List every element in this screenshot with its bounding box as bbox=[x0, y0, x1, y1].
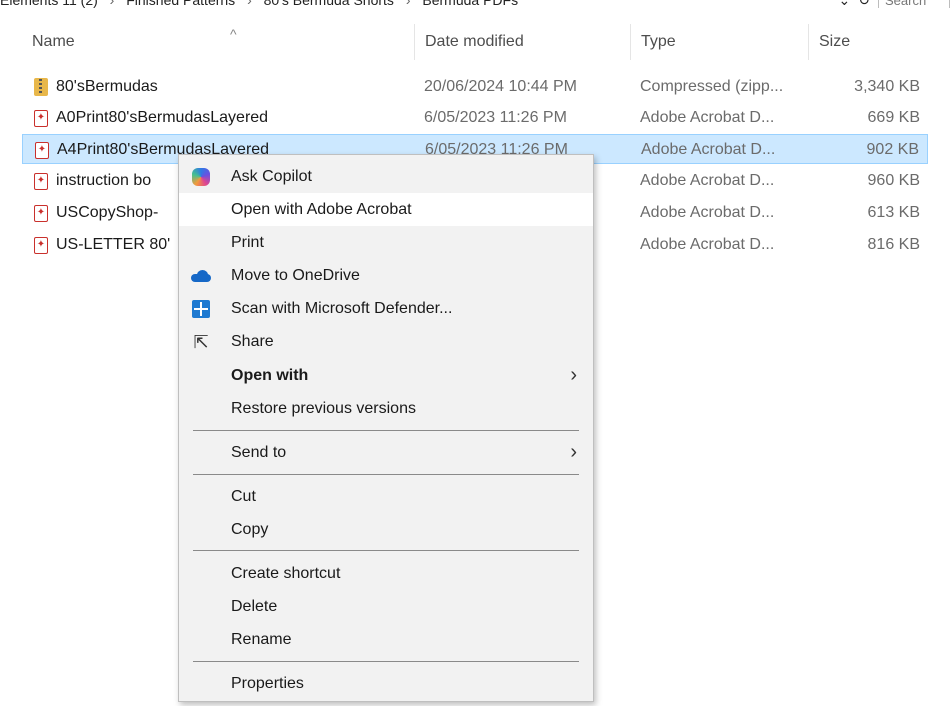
menu-item-share[interactable]: ⇱ Share bbox=[179, 325, 593, 358]
column-header-label: Name bbox=[32, 33, 75, 50]
address-tools: ⌄ ↻ Search bbox=[839, 0, 950, 8]
menu-item-label: Create shortcut bbox=[231, 565, 341, 582]
menu-item-send-to[interactable]: Send to › bbox=[179, 436, 593, 469]
menu-item-open-with[interactable]: Open with › bbox=[179, 359, 593, 392]
chevron-right-icon: › bbox=[570, 364, 577, 386]
menu-item-scan-defender[interactable]: Scan with Microsoft Defender... bbox=[179, 292, 593, 325]
file-name: 80'sBermudas bbox=[56, 78, 158, 95]
menu-item-label: Move to OneDrive bbox=[231, 267, 360, 284]
file-size: 902 KB bbox=[866, 141, 919, 158]
menu-separator bbox=[193, 474, 579, 475]
column-header-name[interactable]: ^ Name bbox=[22, 24, 414, 60]
file-name-cell: ✦ A0Print80'sBermudasLayered bbox=[34, 103, 268, 133]
file-name-cell: ✦ USCopyShop- bbox=[34, 198, 158, 228]
file-row[interactable]: ✦ A0Print80'sBermudasLayered 6/05/2023 1… bbox=[22, 103, 928, 133]
menu-item-label: Ask Copilot bbox=[231, 168, 312, 185]
search-input[interactable]: Search bbox=[878, 0, 950, 8]
menu-separator bbox=[193, 550, 579, 551]
menu-item-copy[interactable]: Copy bbox=[179, 513, 593, 546]
file-type: Adobe Acrobat D... bbox=[640, 172, 775, 189]
pdf-file-icon: ✦ bbox=[34, 236, 48, 254]
menu-item-label: Send to bbox=[231, 444, 287, 461]
onedrive-cloud-icon bbox=[191, 266, 211, 286]
context-menu: Ask Copilot Open with Adobe Acrobat Prin… bbox=[178, 154, 594, 702]
copilot-icon bbox=[191, 167, 211, 187]
column-header-type[interactable]: Type bbox=[630, 24, 808, 60]
file-size: 960 KB bbox=[867, 172, 920, 189]
menu-item-rename[interactable]: Rename bbox=[179, 623, 593, 656]
file-size: 613 KB bbox=[867, 204, 920, 221]
menu-item-delete[interactable]: Delete bbox=[179, 590, 593, 623]
file-name-cell: 80'sBermudas bbox=[34, 72, 158, 102]
file-date: 6/05/2023 11:26 PM bbox=[424, 109, 567, 126]
menu-item-label: Print bbox=[231, 234, 264, 251]
breadcrumb-item[interactable]: Finished Patterns bbox=[126, 0, 235, 8]
menu-item-label: Open with bbox=[231, 367, 309, 384]
menu-separator bbox=[193, 661, 579, 662]
file-type: Adobe Acrobat D... bbox=[641, 141, 776, 158]
breadcrumb-item[interactable]: Elements 11 (2) bbox=[0, 0, 98, 8]
chevron-right-icon: › bbox=[109, 0, 115, 8]
chevron-right-icon: › bbox=[247, 0, 252, 8]
breadcrumb-item[interactable]: Bermuda PDFs bbox=[422, 0, 518, 8]
menu-item-cut[interactable]: Cut bbox=[179, 480, 593, 513]
file-type: Adobe Acrobat D... bbox=[640, 109, 775, 126]
menu-item-label: Restore previous versions bbox=[231, 400, 416, 417]
file-size: 3,340 KB bbox=[854, 78, 920, 95]
column-header-size[interactable]: Size bbox=[808, 24, 932, 60]
pdf-file-icon: ✦ bbox=[34, 204, 48, 222]
file-date: 20/06/2024 10:44 PM bbox=[424, 78, 578, 95]
file-type: Adobe Acrobat D... bbox=[640, 236, 775, 253]
file-name: instruction bo bbox=[56, 172, 152, 189]
menu-item-create-shortcut[interactable]: Create shortcut bbox=[179, 557, 593, 590]
column-header-date-modified[interactable]: Date modified bbox=[414, 24, 630, 60]
column-header-label: Date modified bbox=[425, 33, 524, 50]
menu-item-properties[interactable]: Properties bbox=[179, 667, 593, 700]
file-name-cell: ✦ instruction bo bbox=[34, 166, 151, 196]
menu-item-ask-copilot[interactable]: Ask Copilot bbox=[179, 160, 593, 193]
menu-item-restore-versions[interactable]: Restore previous versions bbox=[179, 392, 593, 425]
column-headers: ^ Name Date modified Type Size bbox=[0, 24, 950, 64]
file-size: 816 KB bbox=[867, 236, 920, 253]
menu-item-label: Scan with Microsoft Defender... bbox=[231, 300, 453, 317]
menu-item-label: Rename bbox=[231, 631, 292, 648]
menu-item-label: Open with Adobe Acrobat bbox=[231, 201, 412, 218]
file-type: Adobe Acrobat D... bbox=[640, 204, 775, 221]
file-name: USCopyShop- bbox=[56, 204, 159, 221]
file-type: Compressed (zipp... bbox=[640, 78, 784, 95]
file-name: US-LETTER 80' bbox=[56, 236, 171, 253]
file-size: 669 KB bbox=[867, 109, 920, 126]
address-bar: Elements 11 (2) › Finished Patterns › 80… bbox=[0, 0, 950, 8]
menu-item-print[interactable]: Print bbox=[179, 226, 593, 259]
breadcrumb-item[interactable]: 80's Bermuda Shorts bbox=[264, 0, 394, 8]
file-name-cell: ✦ US-LETTER 80' bbox=[34, 230, 170, 260]
pdf-file-icon: ✦ bbox=[34, 172, 48, 190]
menu-item-label: Delete bbox=[231, 598, 278, 615]
menu-item-label: Cut bbox=[231, 488, 256, 505]
menu-item-move-to-onedrive[interactable]: Move to OneDrive bbox=[179, 259, 593, 292]
column-header-label: Type bbox=[641, 33, 676, 50]
chevron-right-icon: › bbox=[405, 0, 411, 8]
column-header-label: Size bbox=[819, 33, 851, 50]
menu-item-label: Properties bbox=[231, 675, 304, 692]
sort-ascending-icon: ^ bbox=[230, 26, 237, 42]
share-icon: ⇱ bbox=[193, 332, 209, 352]
pdf-file-icon: ✦ bbox=[34, 109, 48, 127]
chevron-down-icon[interactable]: ⌄ bbox=[839, 0, 851, 8]
zip-folder-icon bbox=[34, 78, 48, 96]
file-name: A0Print80'sBermudasLayered bbox=[56, 109, 269, 126]
menu-item-label: Copy bbox=[231, 521, 269, 538]
chevron-right-icon: › bbox=[570, 441, 577, 463]
defender-shield-icon bbox=[191, 299, 211, 319]
file-row[interactable]: 80'sBermudas 20/06/2024 10:44 PM Compres… bbox=[22, 72, 928, 102]
menu-separator bbox=[193, 430, 579, 431]
menu-item-label: Share bbox=[231, 333, 274, 350]
refresh-icon[interactable]: ↻ bbox=[858, 0, 870, 8]
menu-item-open-with-acrobat[interactable]: Open with Adobe Acrobat bbox=[179, 193, 593, 226]
pdf-file-icon: ✦ bbox=[35, 141, 49, 159]
